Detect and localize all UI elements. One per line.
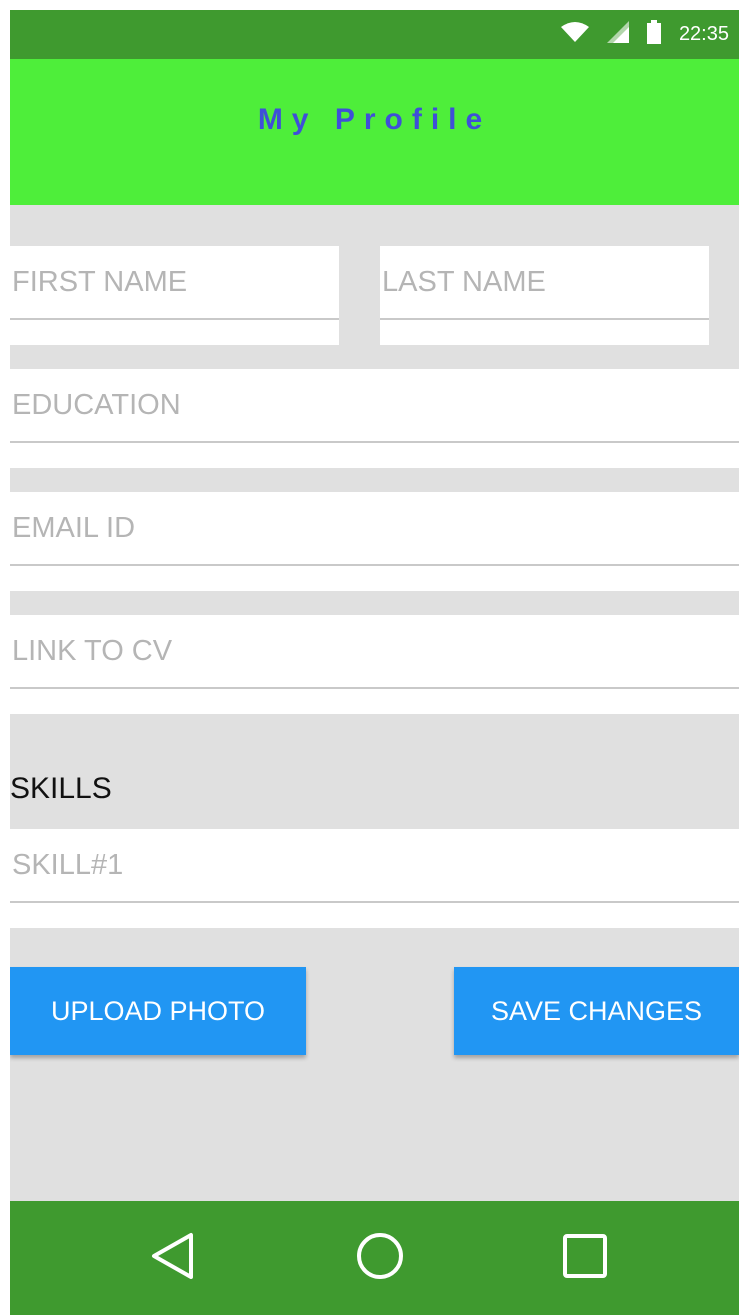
cv-link-field [10,615,739,714]
wifi-icon [560,21,589,48]
skill-1-field [10,829,739,928]
page-title: My Profile [257,103,492,136]
navigation-bar [10,1201,739,1315]
first-name-field [10,246,339,345]
battery-icon [646,20,661,49]
cell-signal-icon [606,21,629,48]
home-icon [355,1231,405,1286]
cv-link-input[interactable] [10,615,739,689]
upload-photo-button[interactable]: UPLOAD PHOTO [10,967,306,1055]
status-time: 22:35 [678,23,729,45]
education-field [10,369,739,468]
recents-icon [562,1233,608,1284]
skill-1-input[interactable] [10,829,739,903]
email-field [10,492,739,591]
back-button[interactable] [142,1228,202,1288]
last-name-input[interactable] [380,246,709,320]
save-changes-button[interactable]: SAVE CHANGES [454,967,739,1055]
skills-heading: SKILLS [10,772,112,805]
first-name-input[interactable] [10,246,339,320]
recents-button[interactable] [555,1228,615,1288]
status-bar: 22:35 [10,10,739,59]
email-input[interactable] [10,492,739,566]
education-input[interactable] [10,369,739,443]
app-bar: My Profile [10,59,739,205]
profile-screen: 22:35 My Profile SKILLS UPLOAD PHOTO SAV… [10,10,739,1315]
last-name-field [380,246,709,345]
home-button[interactable] [350,1228,410,1288]
status-icons: 22:35 [560,10,729,59]
back-icon [149,1231,195,1286]
